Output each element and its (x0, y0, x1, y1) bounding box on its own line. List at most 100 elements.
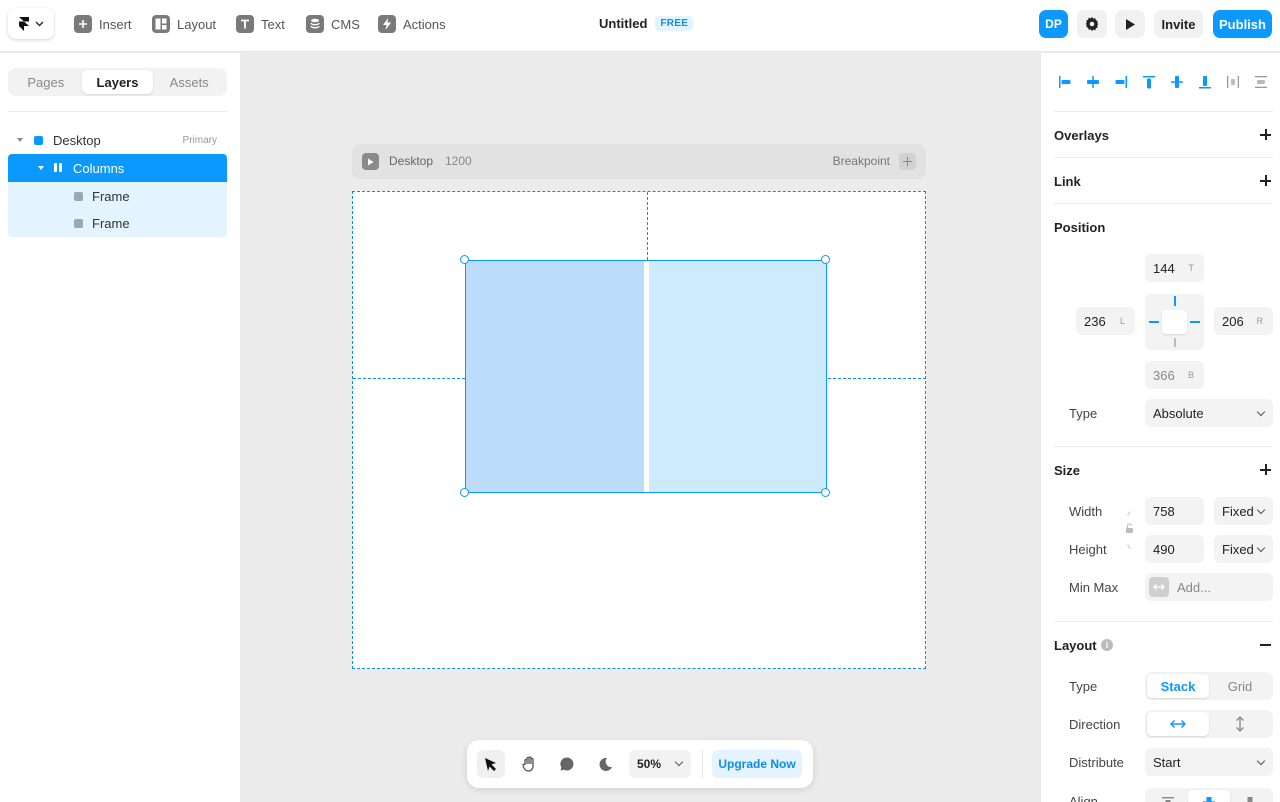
width-label: Width (1069, 504, 1103, 519)
chevron-down-icon (1256, 505, 1266, 515)
aspect-lock-icon[interactable] (1125, 511, 1135, 549)
direction-vertical-option[interactable] (1209, 712, 1271, 736)
layout-label: Layout (177, 16, 217, 32)
distribute-select[interactable]: Start (1145, 748, 1273, 776)
align-center-option[interactable] (1188, 790, 1230, 802)
tab-pages[interactable]: Pages (10, 70, 82, 94)
insert-label: Insert (99, 16, 132, 32)
framer-logo-icon (19, 16, 29, 31)
distribute-vertical-icon[interactable] (1253, 73, 1269, 91)
position-type-select[interactable]: Absolute (1145, 399, 1273, 427)
columns-stack[interactable] (465, 260, 827, 493)
width-mode-value: Fixed (1222, 503, 1254, 519)
pin-right[interactable] (1190, 321, 1200, 323)
pin-left[interactable] (1149, 321, 1159, 323)
frame-column[interactable] (466, 261, 644, 492)
play-icon[interactable] (362, 153, 379, 170)
vertical-guide (647, 192, 648, 260)
pin-bottom[interactable] (1173, 338, 1176, 347)
align-top-icon[interactable] (1141, 73, 1157, 91)
width-input[interactable]: 758 (1145, 497, 1204, 525)
align-start-option[interactable] (1147, 790, 1188, 802)
layer-columns[interactable]: Columns (8, 154, 227, 182)
upgrade-now-button[interactable]: Upgrade Now (712, 750, 802, 778)
panel-tabs: Pages Layers Assets (8, 68, 227, 96)
publish-button[interactable]: Publish (1213, 10, 1272, 38)
zoom-select[interactable]: 50% (629, 750, 691, 778)
width-mode-select[interactable]: Fixed (1214, 497, 1273, 525)
actions-button[interactable]: Actions (378, 13, 446, 35)
horizontal-guide (828, 378, 926, 379)
dark-mode-button[interactable] (591, 750, 619, 778)
tab-layers[interactable]: Layers (81, 70, 154, 94)
position-type-value: Absolute (1153, 405, 1204, 421)
cms-label: CMS (331, 16, 360, 32)
database-icon (306, 15, 324, 33)
layout-type-label: Type (1069, 679, 1098, 694)
direction-horizontal-option[interactable] (1147, 712, 1209, 736)
cms-button[interactable]: CMS (306, 13, 360, 35)
resize-handle[interactable] (460, 255, 469, 264)
grid-option[interactable]: Grid (1209, 674, 1271, 698)
divider (702, 750, 703, 778)
canvas[interactable]: Desktop 1200 Breakpoint 50% Upgrade Now (241, 53, 1040, 802)
position-bottom-input[interactable]: 366 B (1145, 361, 1204, 389)
position-left-input[interactable]: 236 L (1076, 307, 1135, 335)
height-input[interactable]: 490 (1145, 535, 1204, 563)
preview-button[interactable] (1115, 10, 1145, 38)
position-top-input[interactable]: 144 T (1145, 254, 1204, 282)
align-bottom-icon[interactable] (1197, 73, 1213, 91)
invite-button[interactable]: Invite (1154, 10, 1203, 38)
add-breakpoint-icon[interactable] (899, 153, 916, 170)
caret-down-icon[interactable] (17, 138, 23, 142)
tab-assets[interactable]: Assets (153, 70, 225, 94)
frame-column[interactable] (649, 261, 826, 492)
moon-icon (599, 757, 612, 771)
collapse-layout-icon[interactable] (1260, 644, 1271, 646)
height-mode-select[interactable]: Fixed (1214, 535, 1273, 563)
plus-icon (74, 15, 92, 33)
select-tool-button[interactable] (477, 750, 505, 778)
align-center-h-icon[interactable] (1085, 73, 1101, 91)
layer-desktop[interactable]: Desktop Primary (8, 126, 227, 154)
hand-tool-button[interactable] (515, 750, 543, 778)
info-icon[interactable]: i (1101, 639, 1113, 651)
layer-frame[interactable]: Frame (8, 182, 227, 210)
pin-control[interactable] (1145, 294, 1204, 350)
position-right-input[interactable]: 206 R (1214, 307, 1273, 335)
direction-toggle (1145, 710, 1273, 738)
align-middle-icon[interactable] (1169, 73, 1185, 91)
alignment-toolbar (1055, 73, 1275, 91)
comment-tool-button[interactable] (553, 750, 581, 778)
bottom-toolbar: 50% Upgrade Now (467, 740, 813, 788)
min-max-input[interactable]: Add... (1145, 573, 1273, 601)
arrow-up-down-icon (1236, 716, 1244, 732)
resize-handle[interactable] (821, 255, 830, 264)
frame-name: Desktop (389, 154, 434, 168)
pin-top[interactable] (1173, 296, 1176, 306)
distribute-horizontal-icon[interactable] (1225, 73, 1241, 91)
stack-option[interactable]: Stack (1147, 674, 1209, 698)
text-button[interactable]: Text (236, 13, 285, 35)
add-size-icon[interactable] (1260, 464, 1271, 475)
document-title[interactable]: Untitled FREE (599, 16, 694, 31)
insert-button[interactable]: Insert (74, 13, 132, 35)
add-overlay-icon[interactable] (1260, 129, 1271, 140)
layer-frame[interactable]: Frame (8, 209, 227, 237)
align-left-icon[interactable] (1057, 73, 1073, 91)
chevron-down-icon (1256, 756, 1266, 766)
caret-down-icon[interactable] (38, 166, 44, 170)
align-end-option[interactable] (1230, 790, 1271, 802)
right-suffix: R (1256, 316, 1264, 326)
resize-handle[interactable] (821, 488, 830, 497)
layout-button[interactable]: Layout (152, 13, 216, 35)
resize-handle[interactable] (460, 488, 469, 497)
actions-label: Actions (403, 16, 446, 32)
frame-header[interactable]: Desktop 1200 Breakpoint (352, 144, 926, 179)
layer-name: Desktop (53, 133, 101, 148)
add-link-icon[interactable] (1260, 175, 1271, 186)
settings-button[interactable] (1077, 10, 1107, 38)
align-right-icon[interactable] (1113, 73, 1129, 91)
user-avatar[interactable]: DP (1039, 10, 1068, 38)
framer-menu-button[interactable] (8, 8, 54, 39)
